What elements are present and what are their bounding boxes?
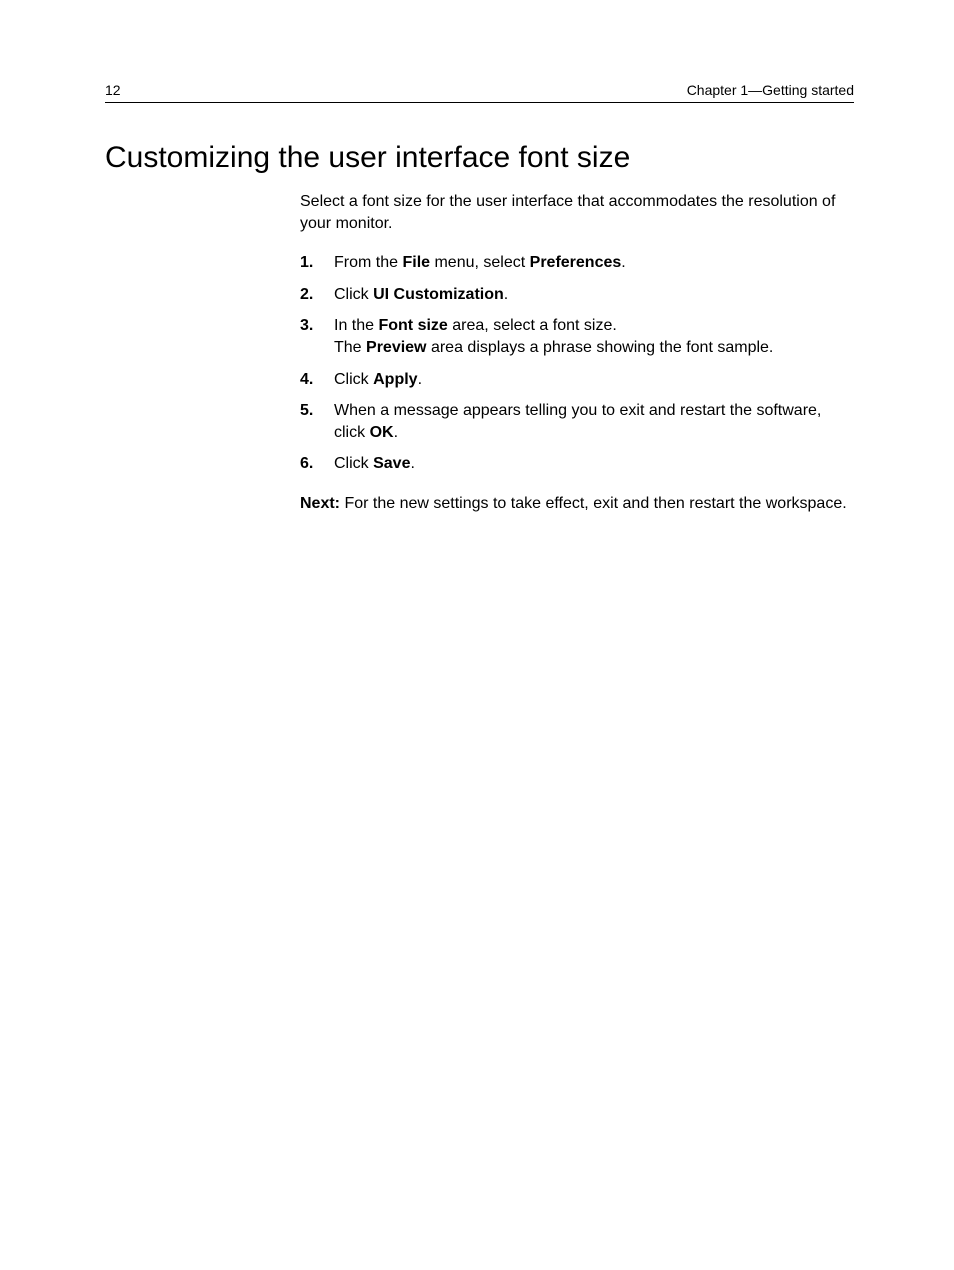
step-text: When a message appears telling you to ex… [334,402,821,441]
step-text: area, select a font size. [448,317,617,334]
step-text: area displays a phrase showing the font … [427,339,774,356]
step-item: Click Apply. [300,369,854,391]
page-header: 12 Chapter 1—Getting started [105,82,854,103]
next-paragraph: Next: For the new settings to take effec… [300,493,854,515]
step-item: When a message appears telling you to ex… [300,400,854,443]
step-bold: Preferences [530,254,622,271]
next-label: Next: [300,495,340,512]
next-text: For the new settings to take effect, exi… [340,495,847,512]
step-text: The [334,339,366,356]
document-page: 12 Chapter 1—Getting started Customizing… [0,0,954,515]
steps-list: From the File menu, select Preferences. … [300,252,854,475]
step-bold: File [402,254,430,271]
step-text: . [621,254,625,271]
step-text: . [504,286,508,303]
content-block: Select a font size for the user interfac… [300,191,854,515]
step-text: From the [334,254,402,271]
page-number: 12 [105,82,121,98]
intro-paragraph: Select a font size for the user interfac… [300,191,854,234]
step-item: From the File menu, select Preferences. [300,252,854,274]
chapter-label: Chapter 1—Getting started [687,82,854,98]
step-text: Click [334,455,373,472]
step-bold: Preview [366,339,426,356]
step-text: . [418,371,422,388]
step-item: Click UI Customization. [300,284,854,306]
step-bold: Font size [378,317,447,334]
step-text: . [410,455,414,472]
step-item: Click Save. [300,453,854,475]
section-title: Customizing the user interface font size [105,141,854,175]
step-text: Click [334,286,373,303]
step-text: In the [334,317,378,334]
step-bold: OK [370,424,394,441]
step-bold: Save [373,455,410,472]
step-text: menu, select [430,254,530,271]
step-bold: UI Customization [373,286,504,303]
step-followup: The Preview area displays a phrase showi… [334,337,854,359]
step-item: In the Font size area, select a font siz… [300,315,854,358]
step-bold: Apply [373,371,417,388]
step-text: Click [334,371,373,388]
step-text: . [394,424,398,441]
